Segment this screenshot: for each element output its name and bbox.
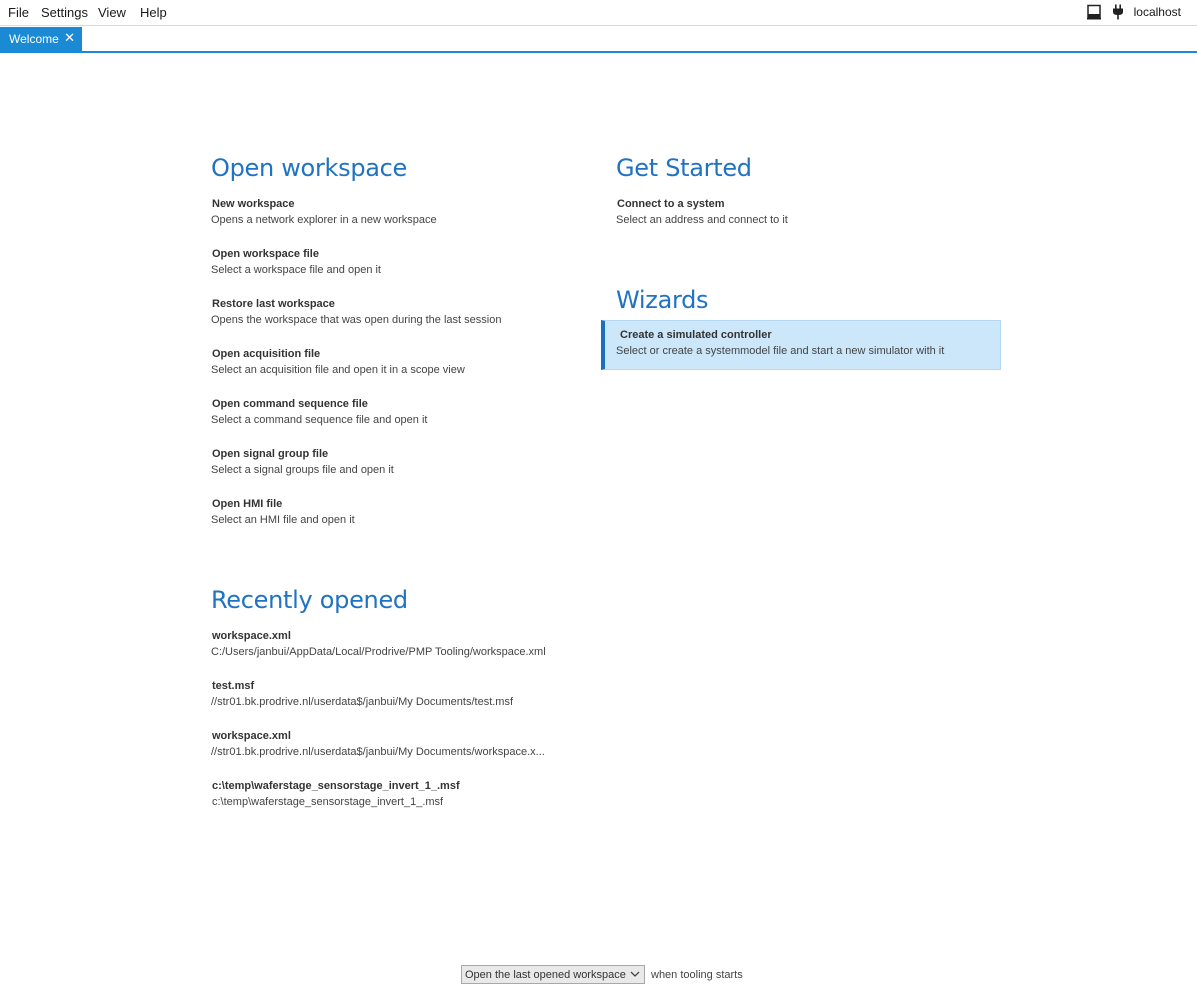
tab-bar: Welcome ✕ (0, 27, 1197, 53)
menu-bar: File Settings View Help localhost (0, 0, 1197, 26)
entry-title: Open acquisition file (212, 348, 321, 360)
startup-option-suffix: when tooling starts (651, 968, 743, 981)
tab-label: Welcome (9, 32, 59, 46)
entry-title: Open workspace file (212, 248, 319, 260)
open-workspace-file-link[interactable]: Open workspace file Select a workspace f… (211, 246, 381, 278)
new-workspace-link[interactable]: New workspace Opens a network explorer i… (211, 196, 437, 228)
recent-item[interactable]: test.msf //str01.bk.prodrive.nl/userdata… (211, 678, 514, 710)
recent-item-title: c:\temp\waferstage_sensorstage_invert_1_… (212, 780, 460, 792)
entry-title: Connect to a system (617, 198, 725, 210)
open-signal-group-file-link[interactable]: Open signal group file Select a signal g… (211, 446, 394, 478)
startup-option-select[interactable]: Open the last opened workspace (461, 965, 645, 984)
entry-title: Create a simulated controller (620, 329, 772, 341)
restore-last-workspace-link[interactable]: Restore last workspace Opens the workspa… (211, 296, 502, 328)
wizards-title: Wizards (616, 286, 709, 314)
open-hmi-file-link[interactable]: Open HMI file Select an HMI file and ope… (211, 496, 355, 528)
recent-item-path: //str01.bk.prodrive.nl/userdata$/janbui/… (211, 696, 514, 708)
entry-desc: Select an HMI file and open it (211, 514, 355, 526)
entry-desc: Select an acquisition file and open it i… (211, 364, 465, 376)
entry-desc: Select a signal groups file and open it (211, 464, 394, 476)
open-command-sequence-file-link[interactable]: Open command sequence file Select a comm… (211, 396, 428, 428)
connection-host: localhost (1133, 5, 1181, 19)
menu-file[interactable]: File (8, 5, 29, 20)
recent-item-path: c:\temp\waferstage_sensorstage_invert_1_… (212, 796, 444, 808)
entry-title: Open signal group file (212, 448, 329, 460)
open-workspace-title: Open workspace (211, 154, 408, 182)
open-acquisition-file-link[interactable]: Open acquisition file Select an acquisit… (211, 346, 465, 378)
entry-title: Open HMI file (212, 498, 283, 510)
recent-item[interactable]: c:\temp\waferstage_sensorstage_invert_1_… (212, 778, 460, 810)
connect-to-system-link[interactable]: Connect to a system Select an address an… (616, 196, 788, 228)
entry-title: Open command sequence file (212, 398, 368, 410)
chevron-down-icon (630, 967, 640, 984)
recent-item-title: workspace.xml (212, 630, 291, 642)
entry-desc: Opens a network explorer in a new worksp… (211, 214, 437, 226)
entry-title: New workspace (212, 198, 295, 210)
entry-desc: Select an address and connect to it (616, 214, 788, 226)
recent-item-path: //str01.bk.prodrive.nl/userdata$/janbui/… (211, 746, 545, 758)
get-started-title: Get Started (616, 154, 752, 182)
menu-help[interactable]: Help (140, 5, 167, 20)
entry-desc: Select or create a systemmodel file and … (616, 345, 945, 357)
menu-view[interactable]: View (98, 5, 126, 20)
recent-item-title: test.msf (212, 680, 255, 692)
recent-item-title: workspace.xml (212, 730, 291, 742)
tab-welcome[interactable]: Welcome ✕ (0, 27, 82, 51)
create-simulated-controller-link[interactable]: Create a simulated controller Select or … (601, 320, 1001, 370)
recent-item-path: C:/Users/janbui/AppData/Local/Prodrive/P… (211, 646, 546, 658)
connection-area: localhost (1086, 4, 1181, 20)
monitor-icon[interactable] (1086, 4, 1102, 20)
entry-desc: Select a command sequence file and open … (211, 414, 428, 426)
entry-title: Restore last workspace (212, 298, 335, 310)
recent-item[interactable]: workspace.xml //str01.bk.prodrive.nl/use… (211, 728, 545, 760)
recent-item[interactable]: workspace.xml C:/Users/janbui/AppData/Lo… (211, 628, 546, 660)
plug-icon[interactable] (1110, 4, 1126, 20)
menu-settings[interactable]: Settings (41, 5, 88, 20)
startup-option-row: Open the last opened workspace when tool… (461, 965, 743, 984)
close-icon[interactable]: ✕ (64, 30, 75, 46)
entry-desc: Opens the workspace that was open during… (211, 314, 502, 326)
startup-option-value: Open the last opened workspace (465, 968, 626, 981)
recently-opened-title: Recently opened (211, 586, 408, 614)
entry-desc: Select a workspace file and open it (211, 264, 381, 276)
